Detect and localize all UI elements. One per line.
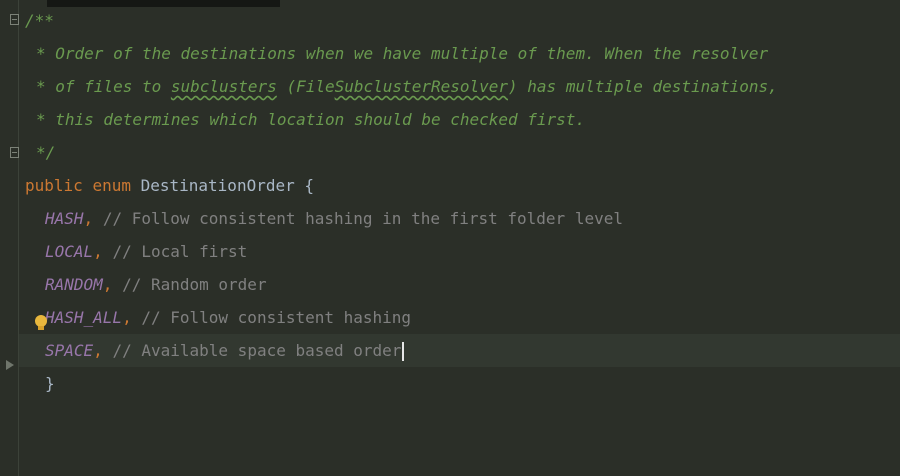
doc-comment-text: ) has multiple destinations, <box>508 77 778 96</box>
text-caret <box>402 342 405 361</box>
comma: , <box>102 275 113 294</box>
keyword-public: public <box>25 176 83 195</box>
code-line-9: RANDOM, // Random order <box>45 268 900 301</box>
line-comment: // Local first <box>112 242 248 261</box>
line-comment: // Follow consistent hashing <box>141 308 412 327</box>
enum-constant[interactable]: LOCAL <box>45 242 93 261</box>
enum-constant[interactable]: RANDOM <box>45 275 103 294</box>
code-line-8: LOCAL, // Local first <box>45 235 900 268</box>
enum-constant[interactable]: SPACE <box>45 341 93 360</box>
doc-comment-text: * this determines which location should … <box>36 110 586 129</box>
enum-name[interactable]: DestinationOrder <box>141 176 295 195</box>
editor-gutter <box>0 0 19 476</box>
doc-comment-text: (File <box>276 77 335 96</box>
doc-comment-close: */ <box>36 143 56 162</box>
code-line-7: HASH, // Follow consistent hashing in th… <box>45 202 900 235</box>
code-line-11-current[interactable]: SPACE, // Available space based order <box>19 334 900 367</box>
close-brace: } <box>45 374 55 393</box>
line-comment: // Available space based order <box>112 341 402 360</box>
fold-marker-icon[interactable] <box>10 147 19 158</box>
comma: , <box>93 242 103 261</box>
comma: , <box>93 341 103 360</box>
code-line-2: * Order of the destinations when we have… <box>36 37 900 70</box>
code-line-6: public enum DestinationOrder { <box>25 169 900 202</box>
enum-constant[interactable]: HASH_ALL <box>45 308 122 327</box>
code-line-4: * this determines which location should … <box>36 103 900 136</box>
keyword-enum: enum <box>92 176 131 195</box>
doc-comment-open: /** <box>25 11 54 30</box>
spellcheck-word[interactable]: subclusters <box>171 77 277 96</box>
code-line-1: /** <box>25 4 900 37</box>
intention-bulb-icon[interactable] <box>35 315 47 331</box>
code-line-12: } <box>45 367 900 400</box>
comma: , <box>122 308 132 327</box>
code-line-5: */ <box>36 136 900 169</box>
spellcheck-word[interactable]: SubclusterResolver <box>335 77 508 96</box>
fold-marker-icon[interactable] <box>10 14 19 25</box>
doc-comment-text: * Order of the destinations when we have… <box>36 44 769 63</box>
enum-constant[interactable]: HASH <box>45 209 84 228</box>
doc-comment-text: * of files to <box>36 77 171 96</box>
comma: , <box>83 209 94 228</box>
line-comment: // Follow consistent hashing in the firs… <box>102 209 623 228</box>
line-comment: // Random order <box>122 275 267 294</box>
code-line-3: * of files to subclusters (FileSubcluste… <box>36 70 900 103</box>
code-line-10: HASH_ALL, // Follow consistent hashing <box>45 301 900 334</box>
open-brace: { <box>304 176 315 195</box>
run-arrow-icon[interactable] <box>6 360 14 370</box>
